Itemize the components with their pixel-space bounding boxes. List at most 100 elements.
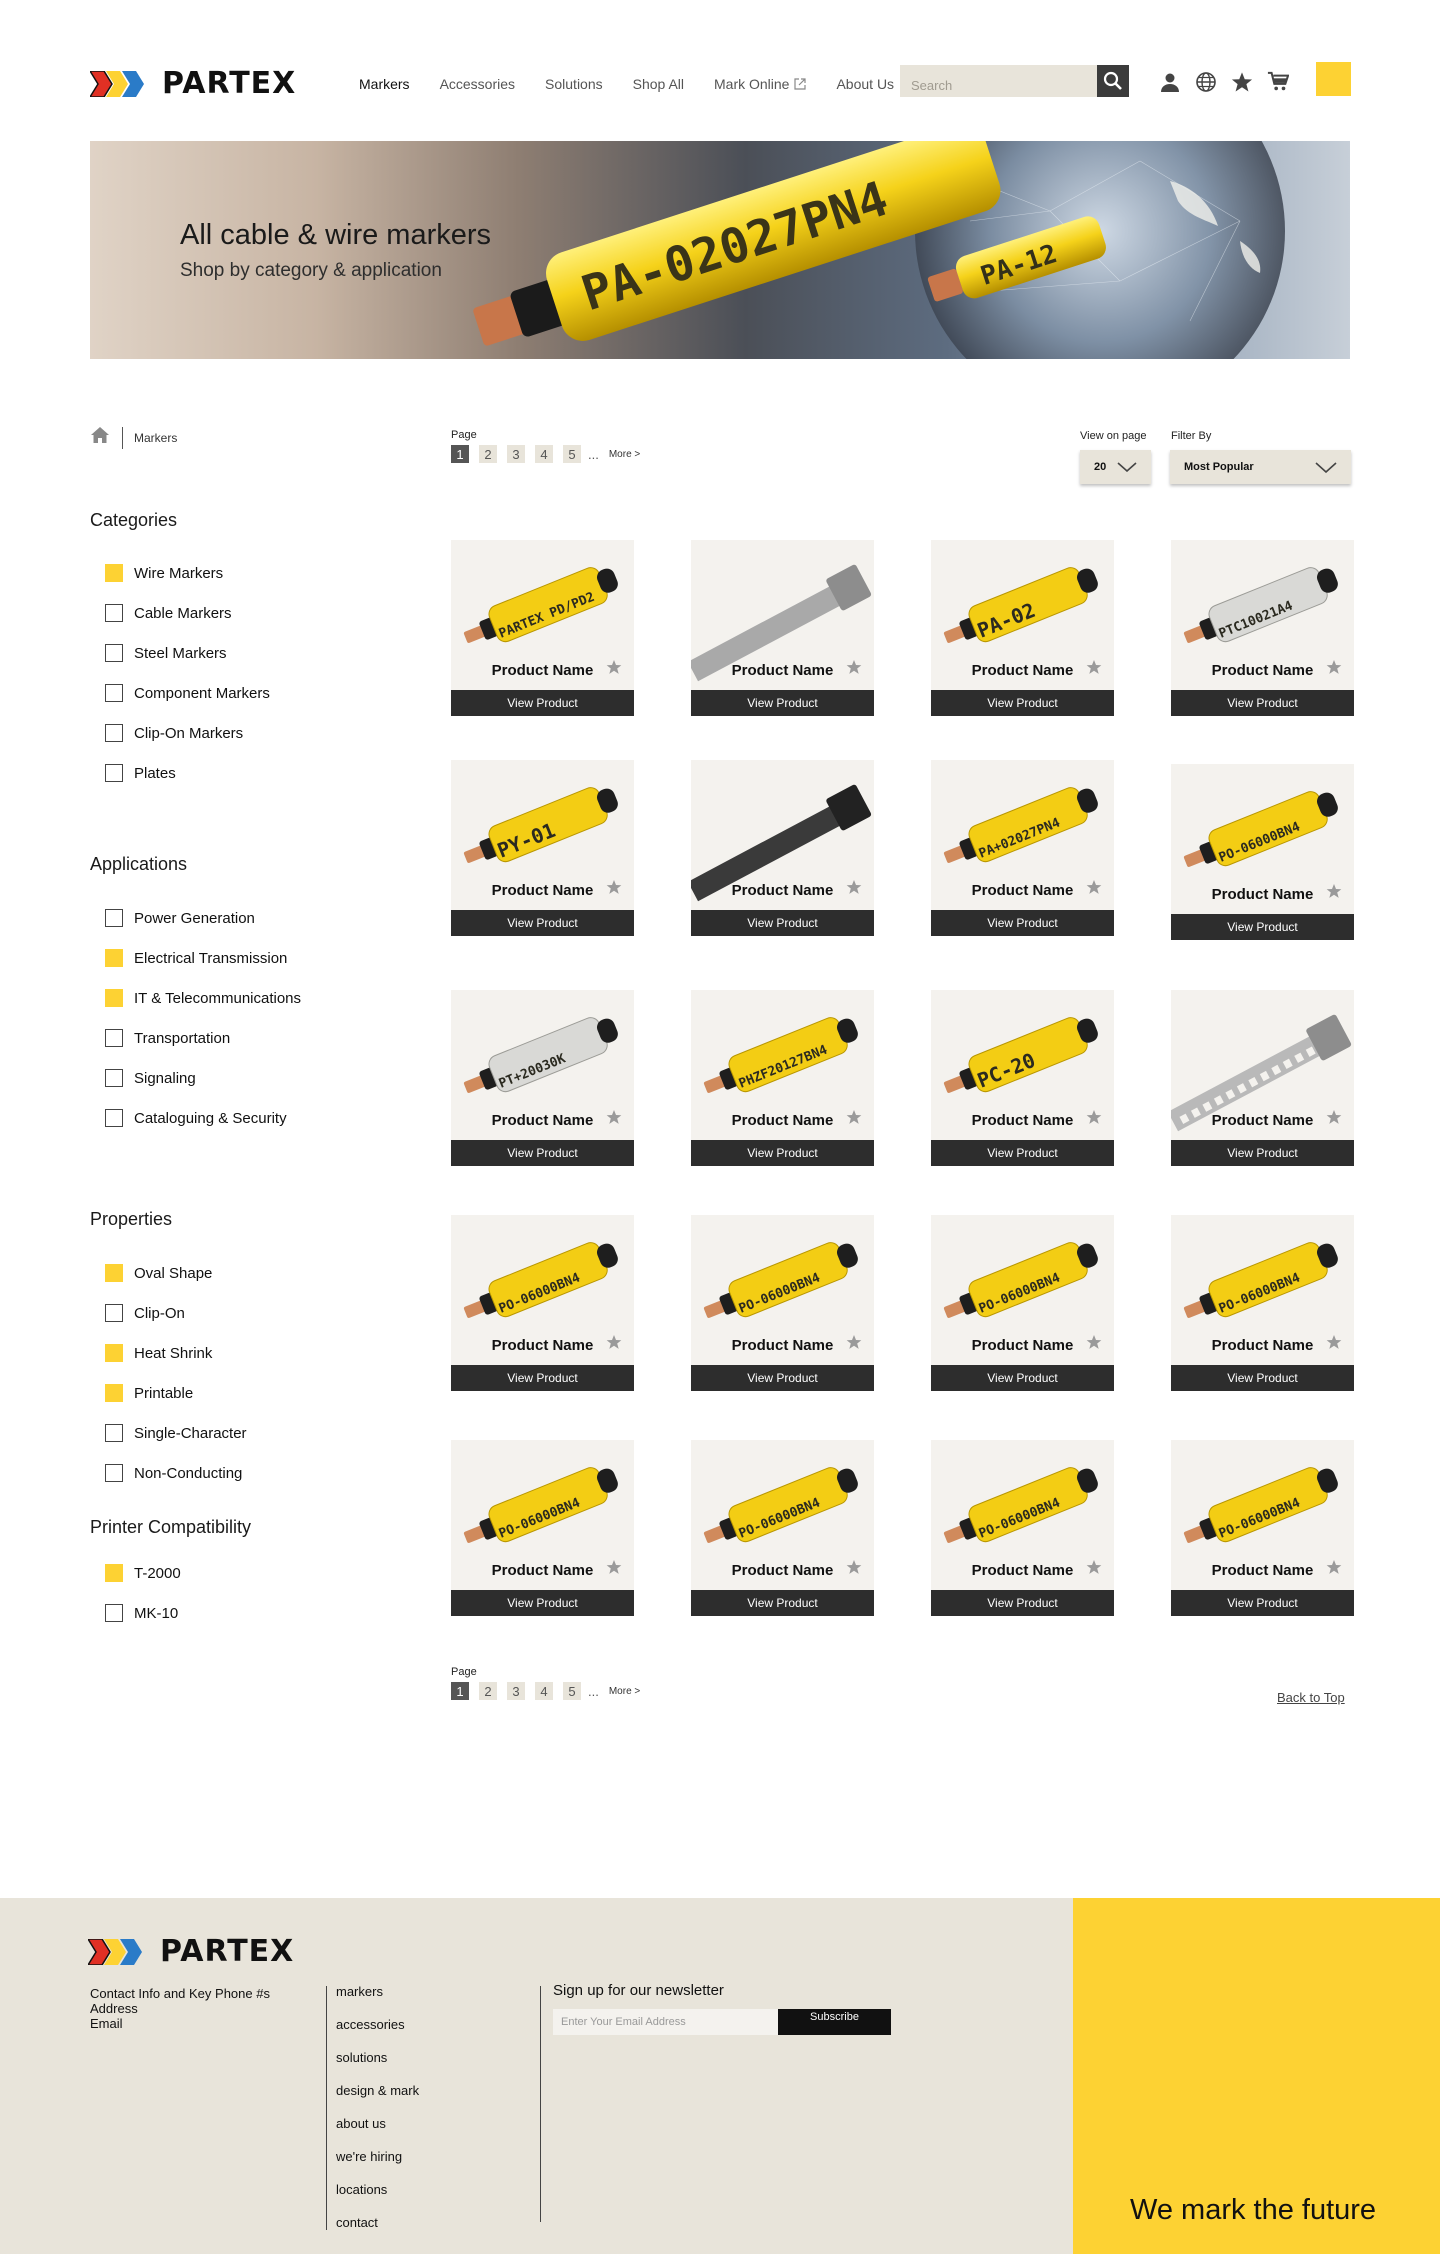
product-name[interactable]: Product Name bbox=[732, 882, 834, 899]
view-product-button[interactable]: View Product bbox=[931, 1140, 1114, 1166]
product-card[interactable]: PO-06000BN4 Product Name View Product bbox=[451, 1440, 634, 1616]
favorite-star-icon[interactable] bbox=[846, 659, 862, 680]
filter-printable[interactable]: Printable bbox=[105, 1384, 193, 1402]
view-product-button[interactable]: View Product bbox=[1171, 1365, 1354, 1391]
filter-clip-on[interactable]: Clip-On bbox=[105, 1304, 185, 1322]
product-card[interactable]: PT+20030K Product Name View Product bbox=[451, 990, 634, 1166]
view-product-button[interactable]: View Product bbox=[931, 1365, 1114, 1391]
product-name[interactable]: Product Name bbox=[492, 662, 594, 679]
favorite-star-icon[interactable] bbox=[1326, 1559, 1342, 1580]
product-card[interactable]: PO-06000BN4 Product Name View Product bbox=[1171, 1440, 1354, 1616]
nav-solutions[interactable]: Solutions bbox=[545, 76, 603, 92]
product-name[interactable]: Product Name bbox=[972, 1562, 1074, 1579]
view-product-button[interactable]: View Product bbox=[1171, 690, 1354, 716]
product-image[interactable]: Product Name bbox=[691, 540, 874, 690]
view-product-button[interactable]: View Product bbox=[451, 1140, 634, 1166]
product-image[interactable]: PO-06000BN4 Product Name bbox=[1171, 764, 1354, 914]
view-product-button[interactable]: View Product bbox=[451, 1365, 634, 1391]
checkbox[interactable] bbox=[105, 1344, 123, 1362]
product-card[interactable]: PO-06000BN4 Product Name View Product bbox=[451, 1215, 634, 1391]
filter-oval-shape[interactable]: Oval Shape bbox=[105, 1264, 212, 1282]
filter-heat-shrink[interactable]: Heat Shrink bbox=[105, 1344, 212, 1362]
product-name[interactable]: Product Name bbox=[492, 882, 594, 899]
product-image[interactable]: PO-06000BN4 Product Name bbox=[691, 1215, 874, 1365]
more-pages-link[interactable]: More > bbox=[609, 449, 640, 460]
search-input[interactable] bbox=[900, 65, 1097, 97]
product-image[interactable]: PO-06000BN4 Product Name bbox=[1171, 1215, 1354, 1365]
filter-cataloguing-security[interactable]: Cataloguing & Security bbox=[105, 1109, 287, 1127]
footer-link-accessories[interactable]: accessories bbox=[336, 2017, 419, 2050]
footer-link-hiring[interactable]: we're hiring bbox=[336, 2149, 419, 2182]
favorite-star-icon[interactable] bbox=[606, 659, 622, 680]
product-image[interactable]: PC-20 Product Name bbox=[931, 990, 1114, 1140]
product-image[interactable]: PTC10021A4 Product Name bbox=[1171, 540, 1354, 690]
page-3[interactable]: 3 bbox=[507, 445, 525, 463]
product-image[interactable]: PO-06000BN4 Product Name bbox=[1171, 1440, 1354, 1590]
favorite-star-icon[interactable] bbox=[606, 1559, 622, 1580]
product-image[interactable]: Product Name bbox=[691, 760, 874, 910]
product-name[interactable]: Product Name bbox=[732, 662, 834, 679]
page-1[interactable]: 1 bbox=[451, 445, 469, 463]
page-5[interactable]: 5 bbox=[563, 445, 581, 463]
view-product-button[interactable]: View Product bbox=[451, 690, 634, 716]
product-card[interactable]: PO-06000BN4 Product Name View Product bbox=[931, 1440, 1114, 1616]
checkbox[interactable] bbox=[105, 989, 123, 1007]
product-name[interactable]: Product Name bbox=[972, 882, 1074, 899]
footer-link-design-mark[interactable]: design & mark bbox=[336, 2083, 419, 2116]
checkbox[interactable] bbox=[105, 724, 123, 742]
subscribe-button[interactable]: Subscribe bbox=[778, 2009, 891, 2035]
favorite-star-icon[interactable] bbox=[1086, 1109, 1102, 1130]
view-product-button[interactable]: View Product bbox=[691, 1590, 874, 1616]
filter-wire-markers[interactable]: Wire Markers bbox=[105, 564, 223, 582]
footer-link-about-us[interactable]: about us bbox=[336, 2116, 419, 2149]
product-card[interactable]: PTC10021A4 Product Name View Product bbox=[1171, 540, 1354, 716]
view-product-button[interactable]: View Product bbox=[691, 690, 874, 716]
favorite-star-icon[interactable] bbox=[846, 1334, 862, 1355]
favorite-star-icon[interactable] bbox=[846, 879, 862, 900]
checkbox[interactable] bbox=[105, 949, 123, 967]
product-name[interactable]: Product Name bbox=[1212, 662, 1314, 679]
checkbox[interactable] bbox=[105, 1424, 123, 1442]
product-card[interactable]: PY-01 Product Name View Product bbox=[451, 760, 634, 936]
checkbox[interactable] bbox=[105, 604, 123, 622]
product-image[interactable]: PO-06000BN4 Product Name bbox=[451, 1440, 634, 1590]
nav-mark-online[interactable]: Mark Online bbox=[714, 76, 807, 92]
favorite-star-icon[interactable] bbox=[846, 1109, 862, 1130]
favorite-star-icon[interactable] bbox=[606, 1334, 622, 1355]
back-to-top-link[interactable]: Back to Top bbox=[1277, 1690, 1345, 1705]
favorite-star-icon[interactable] bbox=[1326, 1109, 1342, 1130]
home-icon[interactable] bbox=[90, 426, 110, 449]
nav-about-us[interactable]: About Us bbox=[836, 76, 894, 92]
filter-it-telecommunications[interactable]: IT & Telecommunications bbox=[105, 989, 301, 1007]
product-name[interactable]: Product Name bbox=[1212, 1112, 1314, 1129]
footer-link-locations[interactable]: locations bbox=[336, 2182, 419, 2215]
product-image[interactable]: PY-01 Product Name bbox=[451, 760, 634, 910]
product-image[interactable]: PA+02027PN4 Product Name bbox=[931, 760, 1114, 910]
filter-non-conducting[interactable]: Non-Conducting bbox=[105, 1464, 242, 1482]
favorite-star-icon[interactable] bbox=[606, 879, 622, 900]
more-pages-link[interactable]: More > bbox=[609, 1686, 640, 1697]
account-icon[interactable] bbox=[1158, 70, 1182, 94]
product-card[interactable]: PO-06000BN4 Product Name View Product bbox=[931, 1215, 1114, 1391]
checkbox[interactable] bbox=[105, 1109, 123, 1127]
product-image[interactable]: PA-02 Product Name bbox=[931, 540, 1114, 690]
filter-component-markers[interactable]: Component Markers bbox=[105, 684, 270, 702]
view-product-button[interactable]: View Product bbox=[931, 1590, 1114, 1616]
product-name[interactable]: Product Name bbox=[732, 1112, 834, 1129]
checkbox[interactable] bbox=[105, 1564, 123, 1582]
product-card[interactable]: PHZF20127BN4 Product Name View Product bbox=[691, 990, 874, 1166]
filter-mk-10[interactable]: MK-10 bbox=[105, 1604, 178, 1622]
page-1[interactable]: 1 bbox=[451, 1682, 469, 1700]
favorites-star-icon[interactable] bbox=[1230, 70, 1254, 94]
page-4[interactable]: 4 bbox=[535, 1682, 553, 1700]
view-product-button[interactable]: View Product bbox=[451, 910, 634, 936]
footer-link-contact[interactable]: contact bbox=[336, 2215, 419, 2248]
favorite-star-icon[interactable] bbox=[1326, 659, 1342, 680]
view-on-page-select[interactable]: 20 bbox=[1080, 450, 1151, 484]
search-button[interactable] bbox=[1097, 65, 1129, 97]
page-4[interactable]: 4 bbox=[535, 445, 553, 463]
product-name[interactable]: Product Name bbox=[972, 662, 1074, 679]
checkbox[interactable] bbox=[105, 684, 123, 702]
product-name[interactable]: Product Name bbox=[1212, 1562, 1314, 1579]
checkbox[interactable] bbox=[105, 1384, 123, 1402]
